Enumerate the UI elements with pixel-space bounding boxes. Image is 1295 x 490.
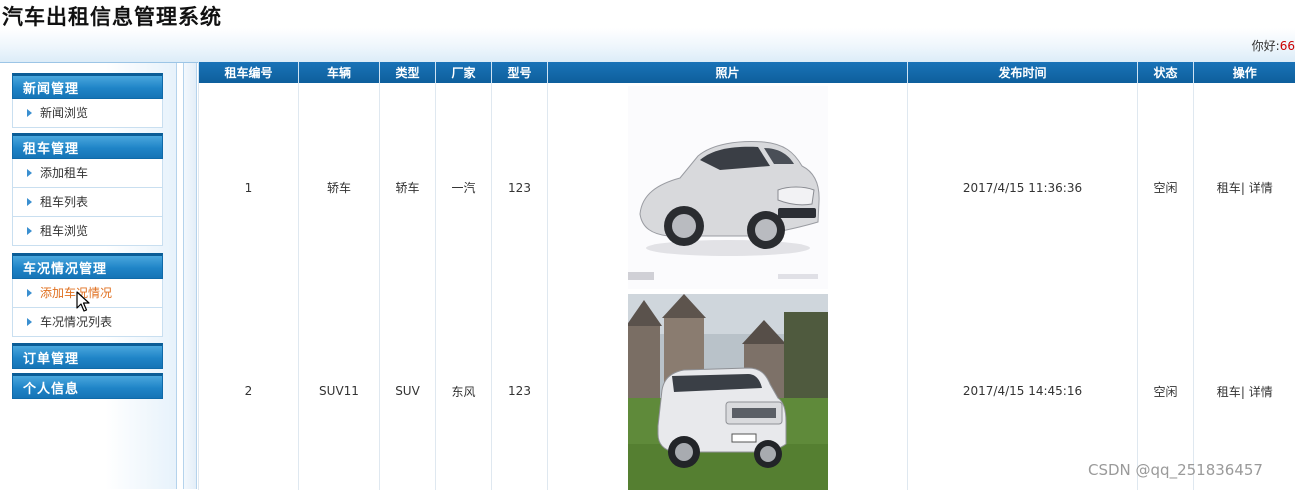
- rental-table: 租车编号 车辆 类型 厂家 型号 照片 发布时间 状态 操作 1 轿车 轿车 一…: [198, 62, 1295, 490]
- cell-photo: [548, 83, 908, 292]
- menu-header-condition[interactable]: 车况情况管理: [12, 253, 163, 279]
- cell-vehicle: SUV11: [299, 292, 380, 490]
- username: 66: [1280, 39, 1295, 53]
- column-header-published: 发布时间: [908, 62, 1138, 83]
- menu-header-news[interactable]: 新闻管理: [12, 73, 163, 99]
- cell-type: SUV: [380, 292, 436, 490]
- menu-group-news: 新闻管理 新闻浏览: [12, 73, 163, 128]
- action-separator: |: [1241, 385, 1245, 399]
- menu-group-orders: 订单管理: [12, 343, 163, 369]
- arrow-right-icon: [27, 318, 32, 326]
- watermark: CSDN @qq_251836457: [1088, 461, 1263, 479]
- arrow-right-icon: [27, 227, 32, 235]
- column-header-type: 类型: [380, 62, 436, 83]
- cell-photo: [548, 292, 908, 490]
- car-photo-sedan: [628, 86, 828, 289]
- menu-header-rental[interactable]: 租车管理: [12, 133, 163, 159]
- column-header-vehicle: 车辆: [299, 62, 380, 83]
- menu-item-label: 车况情况列表: [40, 315, 112, 329]
- cell-maker: 东风: [436, 292, 492, 490]
- cell-actions: 租车| 详情: [1194, 83, 1295, 292]
- detail-link[interactable]: 详情: [1249, 385, 1273, 399]
- cell-published: 2017/4/15 11:36:36: [908, 83, 1138, 292]
- greeting: 你好:66: [1252, 37, 1295, 54]
- cell-id: 1: [199, 83, 299, 292]
- arrow-right-icon: [27, 289, 32, 297]
- menu-item-rental-list[interactable]: 租车列表: [12, 188, 163, 217]
- action-separator: |: [1241, 181, 1245, 195]
- column-header-status: 状态: [1138, 62, 1194, 83]
- menu-header-profile[interactable]: 个人信息: [12, 373, 163, 399]
- menu-item-label: 租车列表: [40, 195, 88, 209]
- arrow-right-icon: [27, 169, 32, 177]
- table-header-row: 租车编号 车辆 类型 厂家 型号 照片 发布时间 状态 操作: [199, 62, 1295, 83]
- column-header-id: 租车编号: [199, 62, 299, 83]
- rent-link[interactable]: 租车: [1217, 181, 1241, 195]
- cell-model: 123: [492, 292, 548, 490]
- column-header-maker: 厂家: [436, 62, 492, 83]
- menu-item-news-browse[interactable]: 新闻浏览: [12, 99, 163, 128]
- detail-link[interactable]: 详情: [1249, 181, 1273, 195]
- menu-item-label: 租车浏览: [40, 224, 88, 238]
- menu-item-rental-browse[interactable]: 租车浏览: [12, 217, 163, 246]
- mouse-cursor-icon: [76, 291, 90, 313]
- cell-model: 123: [492, 83, 548, 292]
- cell-type: 轿车: [380, 83, 436, 292]
- cell-id: 2: [199, 292, 299, 490]
- table-row: 1 轿车 轿车 一汽 123: [199, 83, 1295, 292]
- arrow-right-icon: [27, 198, 32, 206]
- arrow-right-icon: [27, 109, 32, 117]
- menu-item-label: 新闻浏览: [40, 106, 88, 120]
- cell-vehicle: 轿车: [299, 83, 380, 292]
- greeting-label: 你好:: [1252, 39, 1280, 53]
- column-header-action: 操作: [1194, 62, 1295, 83]
- app-title: 汽车出租信息管理系统: [2, 1, 222, 31]
- rent-link[interactable]: 租车: [1217, 385, 1241, 399]
- menu-item-add-rental[interactable]: 添加租车: [12, 159, 163, 188]
- title-bar: 汽车出租信息管理系统: [0, 0, 1295, 28]
- menu-group-profile: 个人信息: [12, 373, 163, 399]
- cell-status: 空闲: [1138, 83, 1194, 292]
- menu-group-rental: 租车管理 添加租车 租车列表 租车浏览: [12, 133, 163, 246]
- welcome-bar: 你好:66: [0, 28, 1295, 63]
- car-photo-suv: [628, 294, 828, 490]
- cell-maker: 一汽: [436, 83, 492, 292]
- column-header-photo: 照片: [548, 62, 908, 83]
- column-header-model: 型号: [492, 62, 548, 83]
- menu-header-orders[interactable]: 订单管理: [12, 343, 163, 369]
- sidebar-splitter[interactable]: [183, 63, 197, 489]
- menu-item-label: 添加租车: [40, 166, 88, 180]
